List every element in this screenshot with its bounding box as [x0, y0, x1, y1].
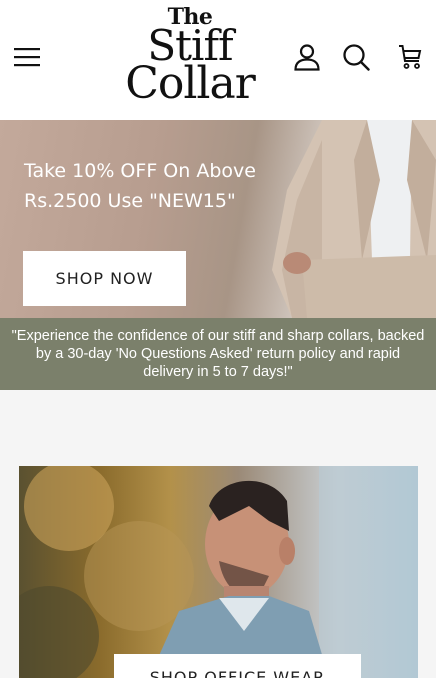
site-logo[interactable]: The Stiff Collar — [118, 6, 262, 110]
hero-headline: Take 10% OFF On Above Rs.2500 Use "NEW15… — [24, 160, 256, 212]
office-model-image — [19, 466, 418, 678]
shop-office-wear-button[interactable]: SHOP OFFICE WEAR — [114, 654, 361, 678]
cart-button[interactable] — [393, 40, 427, 74]
user-icon — [294, 44, 320, 71]
shop-now-button[interactable]: SHOP NOW — [23, 251, 186, 306]
cart-icon — [399, 45, 422, 69]
menu-button[interactable] — [10, 40, 44, 74]
hero-model-image — [272, 120, 436, 318]
hero-banner: Take 10% OFF On Above Rs.2500 Use "NEW15… — [0, 120, 436, 318]
promo-banner-text: "Experience the confidence of our stiff … — [11, 328, 425, 380]
promo-banner: "Experience the confidence of our stiff … — [0, 318, 436, 390]
search-button[interactable] — [339, 40, 373, 74]
office-wear-card[interactable]: SHOP OFFICE WEAR — [19, 466, 418, 678]
search-icon — [343, 44, 370, 71]
account-button[interactable] — [290, 40, 324, 74]
logo-line-3: Collar — [125, 58, 256, 109]
site-header: The Stiff Collar — [0, 0, 436, 120]
menu-icon — [14, 48, 40, 67]
